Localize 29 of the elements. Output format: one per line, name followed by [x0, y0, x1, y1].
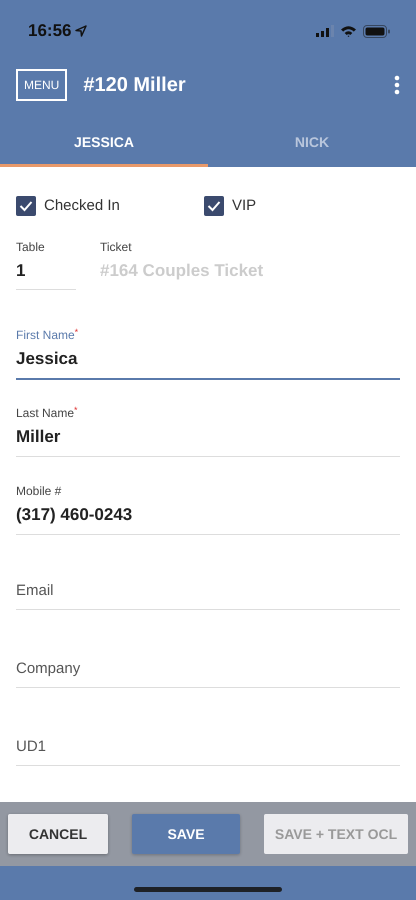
input-field[interactable]: Jessica: [16, 344, 400, 380]
location-arrow-icon: [75, 25, 88, 37]
field-label: First Name$^{*}$: [16, 326, 80, 344]
checkbox-label: VIP: [232, 196, 256, 216]
action-button[interactable]: CANCEL: [8, 814, 108, 854]
field-label: Ticket: [100, 238, 133, 256]
action-button[interactable]: SAVE: [132, 814, 240, 854]
field-label: Last Name$^{*}$: [16, 404, 79, 422]
battery-icon: [363, 24, 390, 38]
clock-time: 16:56: [28, 20, 72, 42]
input-field[interactable]: 1: [16, 256, 76, 290]
input-field[interactable]: UD1: [16, 731, 400, 766]
tab[interactable]: JESSICA: [0, 120, 208, 167]
input-field[interactable]: Company: [16, 653, 400, 688]
checkbox[interactable]: [16, 196, 36, 216]
page-title: #120 Miller: [83, 73, 187, 98]
input-field[interactable]: Email: [16, 575, 400, 610]
checkbox[interactable]: [204, 196, 224, 216]
signal-icon: [316, 25, 334, 37]
field-label: Table: [16, 238, 46, 256]
wifi-icon: [340, 25, 357, 37]
field-label: Mobile #: [16, 483, 62, 500]
input-field[interactable]: Miller: [16, 422, 400, 456]
input-field[interactable]: (317) 460-0243: [16, 500, 400, 534]
checkbox-label: Checked In: [44, 196, 120, 216]
more-options-icon[interactable]: [394, 75, 400, 95]
check-icon: [207, 200, 221, 212]
check-icon: [19, 200, 33, 212]
menu-button[interactable]: MENU: [16, 69, 68, 101]
